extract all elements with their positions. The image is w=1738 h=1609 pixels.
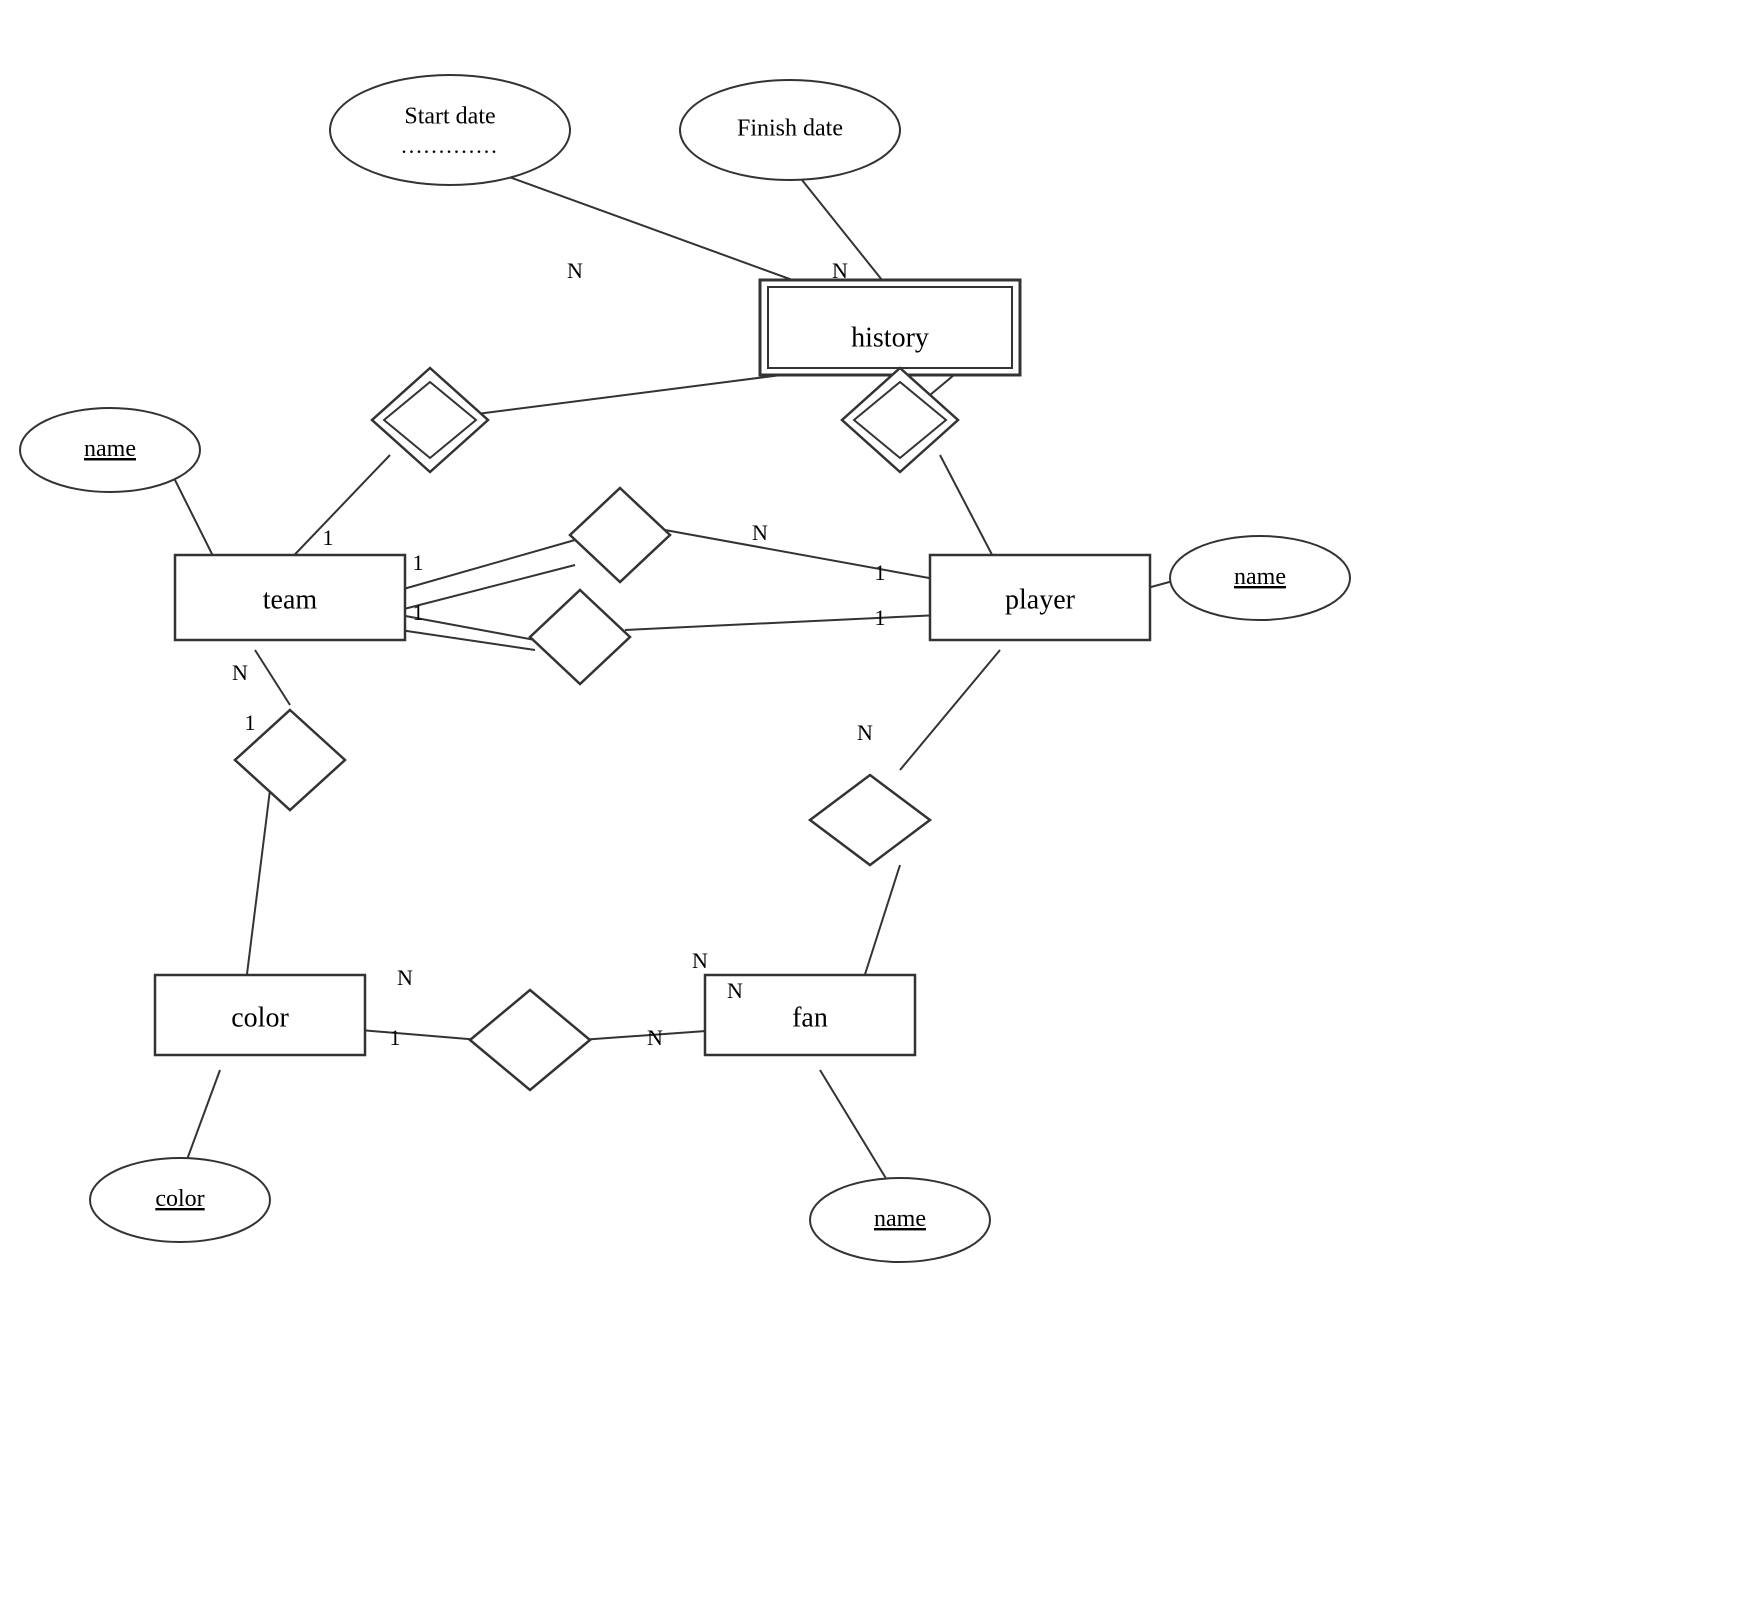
rel-colorfan [470, 990, 590, 1090]
attr-colorattr-label: color [155, 1186, 204, 1212]
line-player-fanrel [900, 650, 1000, 770]
rel-teamplayer1 [570, 488, 670, 582]
line-colorrel-color [245, 790, 270, 990]
card-team-n: N [232, 660, 248, 685]
card-color-1: 1 [245, 710, 256, 735]
line-team-rel1-a [400, 540, 575, 590]
entity-fan-label: fan [792, 1002, 828, 1033]
line-rel2-player-a [625, 615, 940, 630]
attr-playername-label: name [1234, 564, 1286, 590]
card-team-1-upper: 1 [323, 525, 334, 550]
entity-color-label: color [231, 1002, 289, 1033]
card-history-n-left: N [567, 258, 583, 283]
entity-team-label: team [263, 584, 318, 615]
line-color-colorrel [360, 1030, 480, 1040]
attr-teamname-label: name [84, 436, 136, 462]
line-team-rel1-b [400, 565, 575, 610]
card-team-1-lower: 1 [413, 600, 424, 625]
line-histteam-team [280, 455, 390, 570]
card-fan-n-left: N [397, 965, 413, 990]
entity-history-label: history [851, 322, 929, 353]
attr-startdate-dots: ............. [401, 133, 499, 158]
rel-histteam-inner [384, 382, 476, 458]
attr-startdate [330, 75, 570, 185]
card-fan-n-right-lower: N [727, 978, 743, 1003]
card-color-1-lower: 1 [390, 1025, 401, 1050]
line-fanrel-fan [860, 865, 900, 990]
card-player-n-lower: N [857, 720, 873, 745]
line-colorattr-color [185, 1070, 220, 1165]
line-history-histteam1 [430, 370, 820, 420]
card-fan-n-right-upper: N [692, 948, 708, 973]
card-history-n-right: N [832, 258, 848, 283]
line-fanname-fan [820, 1070, 890, 1185]
card-fan-n-lower: N [647, 1025, 663, 1050]
line-startdate-history [490, 170, 820, 290]
rel-playerfan [810, 775, 930, 865]
rel-teamplayer2 [530, 590, 630, 684]
attr-startdate-label: Start date [404, 104, 495, 130]
line-team-color-rel [255, 650, 290, 705]
card-team-1-mid: 1 [413, 550, 424, 575]
card-player-1-lower: 1 [875, 605, 886, 630]
attr-fanname-label: name [874, 1206, 926, 1232]
line-team-rel2-b [400, 630, 535, 650]
card-player-n-upper: N [752, 520, 768, 545]
entity-player-label: player [1005, 584, 1076, 615]
attr-finishdate-label: Finish date [737, 116, 843, 142]
line-histplayer-player [940, 455, 1000, 570]
card-player-1-upper: 1 [875, 560, 886, 585]
line-rel1-player-a [665, 530, 940, 580]
